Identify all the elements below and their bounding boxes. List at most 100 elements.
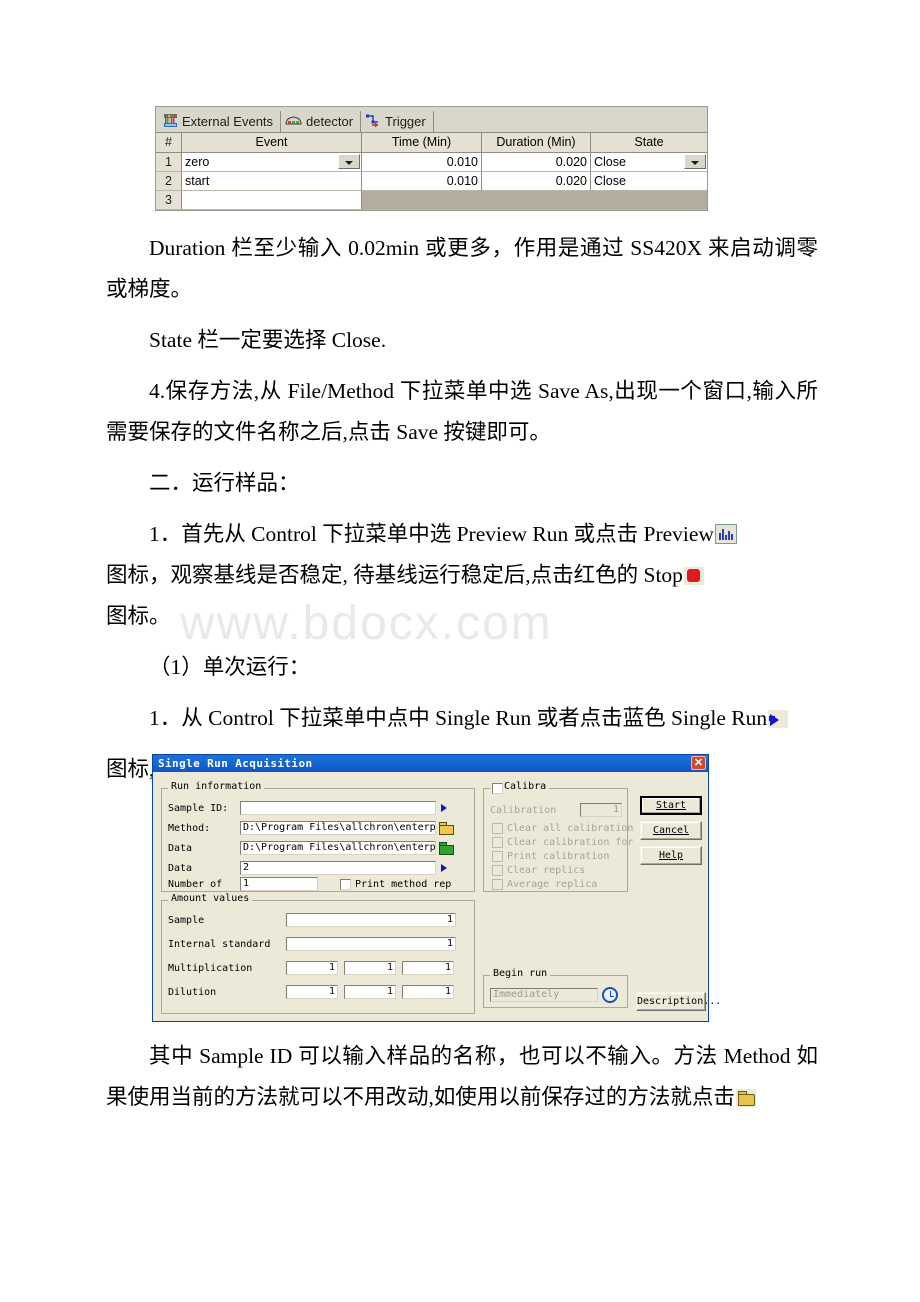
start-button[interactable]: Start xyxy=(640,796,702,815)
tab-trigger[interactable]: Trigger xyxy=(361,111,434,132)
cell-event[interactable] xyxy=(182,191,362,210)
detector-icon xyxy=(285,114,302,130)
tab-strip: External Events detector Trigger xyxy=(156,107,707,132)
sample-id-input[interactable] xyxy=(240,801,436,815)
paragraph-single-run-text: 1．从 Control 下拉菜单中点中 Single Run 或者点击蓝色 Si… xyxy=(149,706,768,730)
method-input[interactable]: D:\Program Files\allchron\enterprise\P xyxy=(240,821,436,835)
paragraph-baseline-text: 图标，观察基线是否稳定, 待基线运行稳定后,点击红色的 Stop xyxy=(106,563,683,587)
data-path-input[interactable]: D:\Program Files\allchron\enterprise\P xyxy=(240,841,436,855)
single-run-acquisition-dialog: Single Run Acquisition ✕ Run information… xyxy=(152,754,721,1022)
checkbox-box xyxy=(492,865,503,876)
single-run-arrow-icon[interactable] xyxy=(768,710,789,728)
dialog-body: Run information Sample ID: Method: D:\Pr… xyxy=(153,772,721,1022)
run-information-legend: Run information xyxy=(168,782,265,792)
checkbox-box xyxy=(492,879,503,890)
calibration-group: Calibra Calibration 1 Clear all calibrat… xyxy=(483,782,633,892)
paragraph-section-two: 二．运行样品： xyxy=(149,471,300,495)
external-events-window: External Events detector Trigger # Event… xyxy=(155,106,708,211)
data-name-input[interactable]: 2 xyxy=(240,861,436,875)
data-name-arrow-icon[interactable] xyxy=(438,861,451,875)
cell-time[interactable]: 0.010 xyxy=(362,172,482,191)
cell-state[interactable]: Close xyxy=(591,153,707,172)
col-header-time: Time (Min) xyxy=(362,133,482,153)
cell-event[interactable]: start xyxy=(182,172,362,191)
dialog-title: Single Run Acquisition xyxy=(158,757,313,770)
option-clear-calibration-for: Clear calibration for xyxy=(492,837,633,848)
description-button[interactable]: Description... xyxy=(636,992,721,1011)
multiplication-input-2[interactable]: 1 xyxy=(344,961,396,975)
option-label: Clear calibration for xyxy=(507,837,634,848)
table-row[interactable]: 1 zero 0.010 0.020 Close xyxy=(156,153,707,172)
dilution-input-3[interactable]: 1 xyxy=(402,985,454,999)
row-number: 3 xyxy=(156,191,182,210)
amount-values-group: Amount values Sample 1 Internal standard… xyxy=(161,894,475,1014)
checkbox-box[interactable] xyxy=(340,878,351,890)
cell-event-text: zero xyxy=(185,155,210,169)
data-path-label: Data xyxy=(168,842,193,854)
events-grid: # Event Time (Min) Duration (Min) State … xyxy=(156,132,707,210)
tab-detector-label: detector xyxy=(306,114,354,129)
cancel-button[interactable]: Cancel xyxy=(640,821,702,840)
start-button-label: Start xyxy=(655,800,687,811)
cancel-button-label: Cancel xyxy=(652,825,690,836)
close-icon[interactable]: ✕ xyxy=(691,756,706,770)
tab-external-events[interactable]: External Events xyxy=(159,111,282,132)
option-average-replica: Average replica xyxy=(492,879,597,890)
paragraph-preview-run-text: 1．首先从 Control 下拉菜单中选 Preview Run 或点击 Pre… xyxy=(149,522,714,546)
method-label: Method: xyxy=(168,822,211,834)
chevron-down-icon[interactable] xyxy=(684,154,706,169)
paragraph-icon-note-1: 图标。 xyxy=(106,604,171,628)
print-method-report-checkbox[interactable]: Print method rep xyxy=(340,878,452,890)
cell-duration[interactable]: 0.020 xyxy=(482,172,591,191)
print-method-report-label: Print method rep xyxy=(355,878,452,890)
number-of-input[interactable]: 1 xyxy=(240,877,318,891)
cell-duration[interactable]: 0.020 xyxy=(482,153,591,172)
amount-row-dilution: Dilution 1 1 1 xyxy=(168,985,454,999)
cell-state[interactable]: Close xyxy=(591,172,707,191)
dilution-input-1[interactable]: 1 xyxy=(286,985,338,999)
preview-icon[interactable] xyxy=(714,524,737,544)
option-label: Clear replics xyxy=(507,865,586,876)
multiplication-input-1[interactable]: 1 xyxy=(286,961,338,975)
begin-run-row: Immediately xyxy=(490,987,618,1003)
amount-row-internal-standard: Internal standard 1 xyxy=(168,937,456,951)
field-method: Method: D:\Program Files\allchron\enterp… xyxy=(168,821,468,835)
help-button[interactable]: Help xyxy=(640,846,702,865)
col-header-event: Event xyxy=(182,133,362,153)
internal-standard-input[interactable]: 1 xyxy=(286,937,456,951)
option-label: Clear all calibration xyxy=(507,823,634,834)
cell-time[interactable]: 0.010 xyxy=(362,153,482,172)
calibration-level-label: Calibration xyxy=(490,804,557,816)
cell-event-text: start xyxy=(185,174,210,188)
table-row[interactable]: 3 xyxy=(156,191,707,210)
text-block-1: Duration 栏至少输入 0.02min 或更多，作用是通过 SS420X … xyxy=(106,228,818,790)
chevron-down-icon[interactable] xyxy=(338,154,360,169)
cell-event[interactable]: zero xyxy=(182,153,362,172)
folder-open-icon[interactable] xyxy=(438,821,454,835)
field-data-path: Data D:\Program Files\allchron\enterpris… xyxy=(168,841,468,855)
begin-run-legend: Begin run xyxy=(490,969,551,979)
paragraph-duration: Duration 栏至少输入 0.02min 或更多，作用是通过 SS420X … xyxy=(106,236,818,301)
multiplication-input-3[interactable]: 1 xyxy=(402,961,454,975)
clock-icon[interactable] xyxy=(602,987,618,1003)
field-sample-id: Sample ID: xyxy=(168,801,468,815)
folder-open-icon[interactable] xyxy=(735,1089,756,1107)
calibration-enable-checkbox[interactable] xyxy=(492,783,503,794)
tab-detector[interactable]: detector xyxy=(281,111,362,132)
sample-amount-input[interactable]: 1 xyxy=(286,913,456,927)
tab-trigger-label: Trigger xyxy=(385,114,426,129)
paragraph-save-method: 4.保存方法,从 File/Method 下拉菜单中选 Save As,出现一个… xyxy=(106,379,818,444)
paragraph-sample-id-text: 其中 Sample ID 可以输入样品的名称，也可以不输入。方法 Method … xyxy=(106,1044,818,1109)
empty-row-filler xyxy=(362,191,707,210)
col-header-num: # xyxy=(156,133,182,153)
folder-open-green-icon[interactable] xyxy=(438,841,454,855)
dilution-input-2[interactable]: 1 xyxy=(344,985,396,999)
data-name-label: Data xyxy=(168,862,193,874)
amount-row-multiplication: Multiplication 1 1 1 xyxy=(168,961,454,975)
sample-id-arrow-icon[interactable] xyxy=(438,801,451,815)
stop-icon[interactable] xyxy=(683,567,704,585)
table-row[interactable]: 2 start 0.010 0.020 Close xyxy=(156,172,707,191)
checkbox-box xyxy=(492,837,503,848)
multiplication-label: Multiplication xyxy=(168,962,253,974)
cell-state-text: Close xyxy=(594,155,626,169)
